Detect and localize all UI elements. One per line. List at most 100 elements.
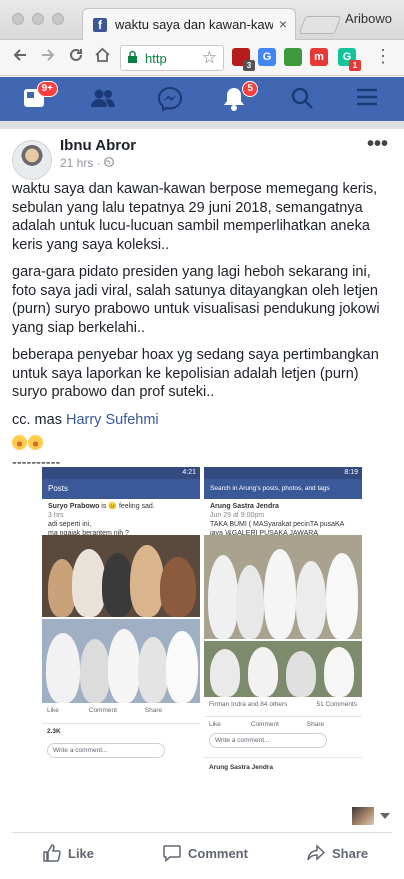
more-options-icon[interactable]: •••: [367, 133, 388, 156]
screenshot-share: Share: [306, 721, 325, 728]
close-window-button[interactable]: [12, 13, 24, 25]
group-photo-3: [204, 535, 362, 639]
new-tab-button[interactable]: [298, 16, 342, 34]
friends-icon[interactable]: [90, 86, 118, 112]
screenshot-time: 3 hrs: [48, 512, 64, 519]
share-button[interactable]: Share: [307, 844, 369, 861]
share-label: Share: [332, 846, 369, 861]
messenger-icon[interactable]: [157, 86, 185, 112]
post-paragraph: waktu saya dan kawan-kawan berpose memeg…: [12, 181, 378, 253]
tab-close-icon[interactable]: ×: [279, 16, 287, 32]
screenshot-comment: Comment: [88, 707, 117, 714]
screenshot-search-bar: Search in Arung's posts, photos, and tag…: [204, 479, 362, 499]
screenshot-reactions: 2.3K: [42, 723, 200, 735]
tab-title: waktu saya dan kawan-kawan: [115, 17, 273, 32]
m-icon[interactable]: m: [310, 48, 328, 66]
profile-name[interactable]: Aribowo: [345, 11, 392, 26]
phone-status-bar: 8:19: [204, 467, 362, 479]
share-arrow-icon: [307, 844, 326, 861]
url-text: http: [145, 51, 167, 66]
comment-bubble-icon: [163, 845, 181, 863]
cc-prefix: cc. mas: [12, 411, 66, 428]
like-label: Like: [68, 846, 95, 861]
public-globe-icon: [104, 157, 114, 167]
screenshot-caption: adi seperti ini,: [48, 521, 92, 528]
back-arrow-icon[interactable]: [12, 46, 28, 68]
home-badge: 9+: [36, 81, 58, 97]
post-card: Ibnu Abror 21 hrs · ••• waktu saya dan k…: [0, 129, 404, 879]
screenshot-comment-box: Write a comment...: [47, 743, 165, 758]
home-feed-icon[interactable]: 9+: [22, 81, 58, 112]
post-paragraph: beberapa penyebar hoax yg sedang saya pe…: [12, 347, 379, 400]
home-icon[interactable]: [94, 46, 111, 68]
browser-menu-icon[interactable]: ⋮: [374, 46, 392, 67]
download-icon[interactable]: [284, 48, 302, 66]
browser-tab[interactable]: f waktu saya dan kawan-kawan ×: [82, 8, 296, 40]
thumbs-up-icon: [43, 844, 61, 862]
cc-line: cc. mas Harry Sufehmi: [12, 411, 396, 430]
post-meta: 21 hrs ·: [60, 156, 114, 170]
screenshot-like: Like: [209, 721, 221, 728]
comment-button[interactable]: Comment: [163, 845, 248, 863]
screenshot-comment-box: Write a comment...: [209, 733, 327, 748]
post-actions-bar: Like Comment Share: [12, 832, 392, 878]
screenshot-next-post: Arung Sastra Jendra: [204, 757, 362, 771]
comment-label: Comment: [188, 846, 248, 861]
embedded-screenshot-left[interactable]: 4:21 Posts Suryo Prabowo is 😐 feeling sa…: [42, 467, 200, 782]
reaction-profile-avatar[interactable]: [352, 807, 374, 825]
laughing-emoji-icon: [28, 435, 43, 450]
group-photo-2: [42, 619, 200, 703]
embedded-screenshot-right[interactable]: 8:19 Search in Arung's posts, photos, an…: [204, 467, 362, 782]
screenshot-comment: Comment: [250, 721, 279, 728]
zoom-window-button[interactable]: [52, 13, 64, 25]
search-icon[interactable]: [290, 86, 318, 112]
screenshot-tagged: Firman Indra and 84 others: [209, 701, 288, 708]
screenshot-post-meta: Suryo Prabowo is 😐 feeling sad. 3 hrs ad…: [42, 499, 200, 537]
notifications-bell-icon[interactable]: 5: [222, 81, 258, 112]
screenshot-like: Like: [47, 707, 59, 714]
tagged-user-link[interactable]: Harry Sufehmi: [66, 412, 159, 428]
browser-toolbar: http ☆ 3Gm G1 ⋮: [0, 40, 404, 76]
menu-hamburger-icon[interactable]: [356, 86, 384, 112]
screenshot-share: Share: [144, 707, 163, 714]
chevron-down-icon[interactable]: [380, 813, 390, 819]
post-author[interactable]: Ibnu Abror: [60, 137, 136, 154]
screenshot-feeling: is 😐 feeling sad.: [101, 503, 155, 510]
screenshot-comments-count: 51 Comments: [316, 701, 357, 708]
screenshot-reaction-count: 2.3K: [47, 728, 61, 735]
screenshot-header-title: Posts: [48, 484, 69, 493]
forward-arrow-icon[interactable]: [40, 46, 56, 68]
translate-icon[interactable]: G: [258, 48, 276, 66]
screenshot-header: Posts: [42, 479, 200, 499]
address-bar[interactable]: http ☆: [120, 45, 224, 71]
reload-icon[interactable]: [68, 46, 84, 68]
dot-separator: ·: [96, 156, 105, 170]
laughing-emoji-icon: [12, 435, 27, 450]
author-avatar[interactable]: [12, 140, 52, 180]
group-photo-1: [42, 535, 200, 617]
screenshot-caption: TAKA BUMI ( MASyarakat pecinTA pusaKA: [210, 521, 345, 528]
screenshot-write-comment: Write a comment...: [42, 743, 200, 758]
emoji-line: [12, 435, 396, 454]
browser-titlebar: f waktu saya dan kawan-kawan × Aribowo: [0, 0, 404, 40]
like-button[interactable]: Like: [43, 844, 95, 862]
screenshot-poster: Suryo Prabowo: [48, 503, 100, 510]
grammarly-icon[interactable]: G1: [338, 48, 361, 71]
minimize-window-button[interactable]: [32, 13, 44, 25]
facebook-favicon-icon: f: [93, 18, 107, 32]
screenshot-poster: Arung Sastra Jendra: [209, 764, 273, 771]
lock-icon: [128, 50, 137, 63]
screenshot-write-comment: Write a comment...: [204, 733, 362, 748]
bookmark-star-icon[interactable]: ☆: [202, 48, 217, 68]
extension-badge: 1: [349, 60, 361, 71]
ublock-icon[interactable]: 3: [232, 48, 255, 71]
extension-badge: 3: [243, 60, 255, 71]
feed-separator: [0, 121, 404, 129]
post-body: waktu saya dan kawan-kawan berpose memeg…: [12, 180, 396, 479]
screenshot-post-meta: Arung Sastra Jendra Jun 29 at 9:00pm TAK…: [204, 499, 362, 537]
post-paragraph: gara-gara pidato presiden yang lagi hebo…: [12, 264, 380, 336]
post-time[interactable]: 21 hrs: [60, 156, 93, 170]
notifications-badge: 5: [242, 81, 258, 97]
screenshot-search-text: Search in Arung's posts, photos, and tag…: [210, 485, 330, 492]
screenshot-poster: Arung Sastra Jendra: [210, 503, 279, 510]
